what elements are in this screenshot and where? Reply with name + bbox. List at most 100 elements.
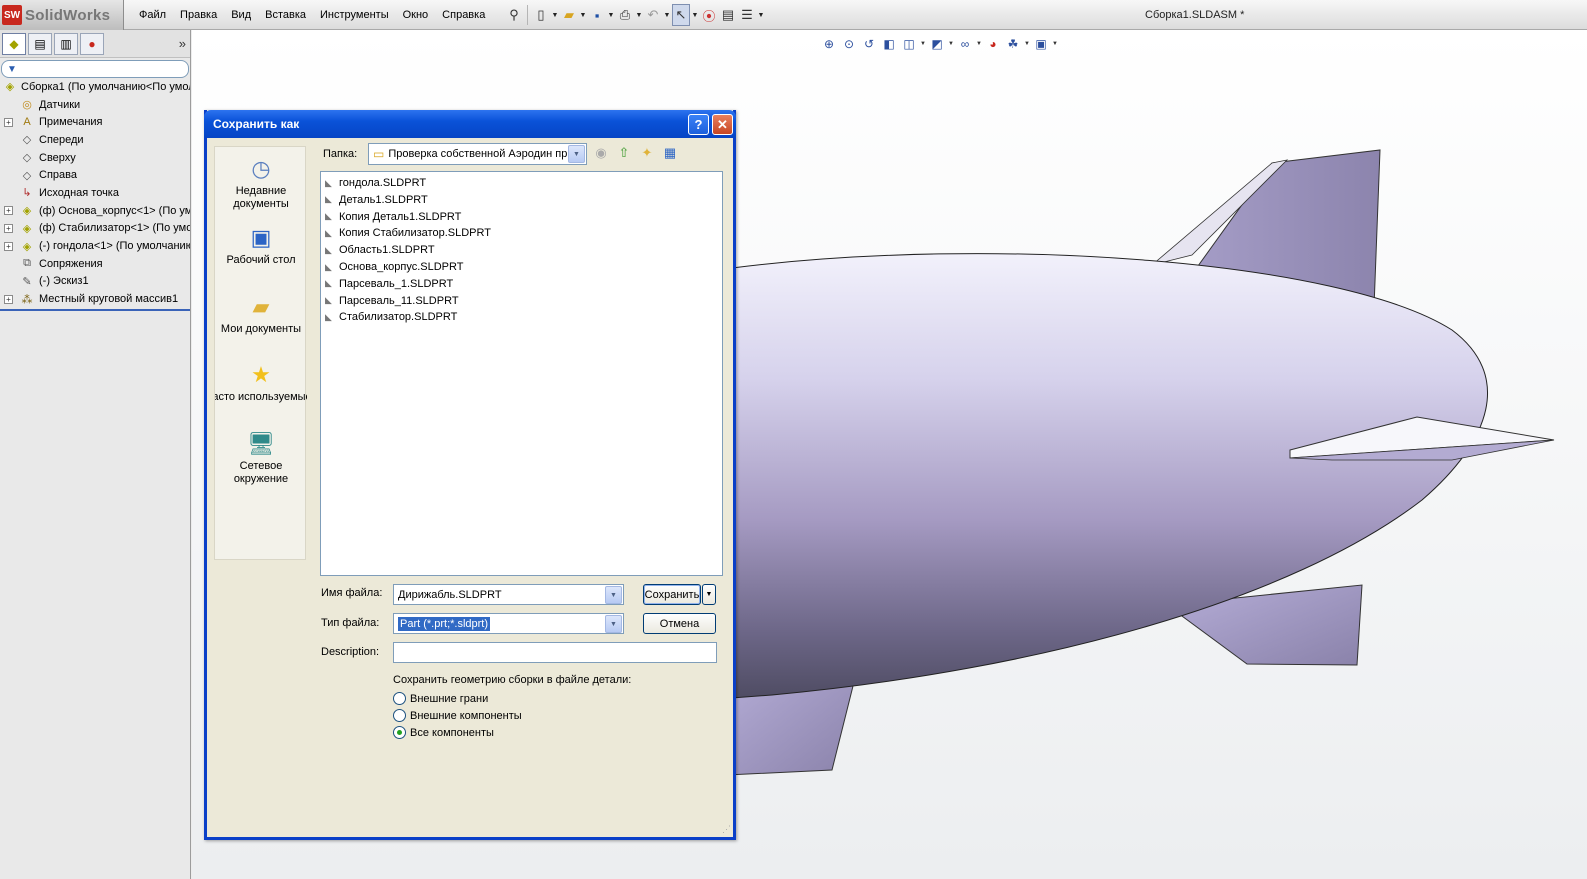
options-icon[interactable]: ☰ xyxy=(738,4,756,26)
undo-dropdown-arrow[interactable]: ▼ xyxy=(663,4,671,26)
radio-button-icon[interactable] xyxy=(393,709,406,722)
print-icon[interactable]: ⎙ xyxy=(616,4,634,26)
file-properties-icon[interactable]: ▤ xyxy=(719,4,737,26)
place-my-documents[interactable]: ▰ Мои документы xyxy=(215,291,307,336)
feature-manager-tab-icon[interactable]: ◆ xyxy=(2,32,26,55)
configuration-manager-tab-icon[interactable]: ▥ xyxy=(54,32,78,55)
file-list-item[interactable]: ◣ Копия Стабилизатор.SLDPRT xyxy=(325,225,491,241)
back-icon[interactable]: ◉ xyxy=(592,144,610,162)
file-list-item[interactable]: ◣ Копия Деталь1.SLDPRT xyxy=(325,209,461,225)
file-name: Основа_корпус.SLDPRT xyxy=(339,261,464,273)
dialog-title: Сохранить как xyxy=(213,117,300,131)
filter-funnel-icon[interactable]: ▼ xyxy=(7,64,17,75)
expand-plus-icon[interactable]: + xyxy=(4,206,13,216)
place-network[interactable]: 🖥 Сетевое окружение xyxy=(215,428,307,486)
open-dropdown-arrow[interactable]: ▼ xyxy=(579,4,587,26)
expand-plus-icon[interactable]: + xyxy=(4,117,13,127)
place-desktop[interactable]: ▣ Рабочий стол xyxy=(215,222,307,267)
menu-tools[interactable]: Инструменты xyxy=(313,9,396,21)
save-icon[interactable]: ▪ xyxy=(588,4,606,26)
new-document-icon[interactable]: ▯ xyxy=(532,4,550,26)
place-recent[interactable]: ◷ Недавние документы xyxy=(215,153,307,211)
tree-item[interactable]: + ◈ (ф) Стабилизатор<1> (По умолчанию) xyxy=(0,220,190,238)
undo-icon[interactable]: ↶ xyxy=(644,4,662,26)
resize-grip-icon[interactable]: ⋰ xyxy=(722,824,731,835)
cancel-button[interactable]: Отмена xyxy=(643,613,716,634)
geometry-radio-option[interactable]: Все компоненты xyxy=(393,726,494,739)
up-folder-icon[interactable]: ⇧ xyxy=(615,144,633,162)
folder-select[interactable]: ▭ Проверка собственной Аэродин пр ▼ xyxy=(368,143,587,165)
tree-item[interactable]: ◇ Спереди xyxy=(0,131,190,149)
expand-plus-icon[interactable]: + xyxy=(4,294,13,304)
menu-insert[interactable]: Вставка xyxy=(258,9,313,21)
menu-file[interactable]: Файл xyxy=(132,9,173,21)
desktop-icon: ▣ xyxy=(250,224,272,250)
tree-item[interactable]: ⧉ Сопряжения xyxy=(0,255,190,273)
chevron-down-icon[interactable]: ▼ xyxy=(605,615,622,633)
property-manager-tab-icon[interactable]: ▤ xyxy=(28,32,52,55)
new-dropdown-arrow[interactable]: ▼ xyxy=(551,4,559,26)
tree-item[interactable]: ↳ Исходная точка xyxy=(0,184,190,202)
rebuild-traffic-light-icon[interactable]: ⦿ xyxy=(700,4,718,26)
plane-icon: ◇ xyxy=(22,169,32,182)
file-list-item[interactable]: ◣ Парсеваль_1.SLDPRT xyxy=(325,276,453,292)
options-dropdown-arrow[interactable]: ▼ xyxy=(757,4,765,26)
file-list-item[interactable]: ◣ гондола.SLDPRT xyxy=(325,175,426,191)
tree-item[interactable]: + A Примечания xyxy=(0,113,190,131)
file-list-item[interactable]: ◣ Область1.SLDPRT xyxy=(325,242,435,258)
appearance-manager-tab-icon[interactable]: ● xyxy=(80,32,104,55)
select-dropdown-arrow[interactable]: ▼ xyxy=(691,4,699,26)
new-folder-icon[interactable]: ✦ xyxy=(638,144,656,162)
radio-button-icon[interactable] xyxy=(393,726,406,739)
expand-plus-icon[interactable]: + xyxy=(4,241,13,251)
file-name: Парсеваль_1.SLDPRT xyxy=(339,277,454,290)
tree-item[interactable]: ◇ Сверху xyxy=(0,149,190,167)
chevron-down-icon: ▼ xyxy=(705,591,713,598)
tree-end-marker xyxy=(0,308,190,311)
tree-item[interactable]: ✎ (-) Эскиз1 xyxy=(0,273,190,291)
standard-toolbar: ⚲ ▯ ▼ ▰ ▼ ▪ ▼ ⎙ ▼ ↶ ▼ ↖ ▼ ⦿ ▤ ☰ ▼ xyxy=(505,4,765,26)
menu-view[interactable]: Вид xyxy=(224,9,258,21)
chevron-down-icon[interactable]: ▼ xyxy=(605,586,622,604)
geometry-radio-option[interactable]: Внешние компоненты xyxy=(393,709,522,722)
close-button[interactable]: ✕ xyxy=(712,114,733,135)
save-options-dropdown[interactable]: ▼ xyxy=(702,584,716,605)
folder-label: Папка: xyxy=(323,148,358,160)
tree-item-label: Справа xyxy=(39,169,77,182)
print-dropdown-arrow[interactable]: ▼ xyxy=(635,4,643,26)
menu-edit[interactable]: Правка xyxy=(173,9,224,21)
tree-item[interactable]: ◇ Справа xyxy=(0,166,190,184)
pin-icon[interactable]: ⚲ xyxy=(505,4,523,26)
radio-button-icon[interactable] xyxy=(393,692,406,705)
menu-window[interactable]: Окно xyxy=(396,9,436,21)
save-button[interactable]: Сохранить xyxy=(643,584,701,605)
tree-item[interactable]: + ◈ (ф) Основа_корпус<1> (По умолчанию) xyxy=(0,202,190,220)
geometry-radio-option[interactable]: Внешние грани xyxy=(393,692,488,705)
chevron-down-icon[interactable]: ▼ xyxy=(568,145,585,163)
description-input[interactable] xyxy=(393,642,717,663)
open-folder-icon[interactable]: ▰ xyxy=(560,4,578,26)
tree-filter-input[interactable]: ▼ xyxy=(1,60,189,78)
view-menu-icon[interactable]: ▦ xyxy=(661,144,679,162)
tree-item[interactable]: + ◈ (-) гондола<1> (По умолчанию) xyxy=(0,237,190,255)
tree-item[interactable]: + ⁂ Местный круговой массив1 xyxy=(0,290,190,308)
tree-item[interactable]: ◎ Датчики xyxy=(0,96,190,114)
save-dropdown-arrow[interactable]: ▼ xyxy=(607,4,615,26)
dialog-title-bar[interactable]: Сохранить как ? ✕ xyxy=(204,110,736,138)
help-button[interactable]: ? xyxy=(688,114,709,135)
tree-item[interactable]: ◈ Сборка1 (По умолчанию<По умолчанию_Сост… xyxy=(0,78,190,96)
select-cursor-icon[interactable]: ↖ xyxy=(672,4,690,26)
expand-plus-icon[interactable]: + xyxy=(4,223,13,233)
file-list-item[interactable]: ◣ Основа_корпус.SLDPRT xyxy=(325,259,463,275)
chevron-right-double-icon[interactable]: » xyxy=(179,36,186,51)
file-list-item[interactable]: ◣ Стабилизатор.SLDPRT xyxy=(325,309,457,325)
filename-combo[interactable]: Дирижабль.SLDPRT ▼ xyxy=(393,584,624,605)
filetype-combo[interactable]: Part (*.prt;*.sldprt) ▼ xyxy=(393,613,624,634)
file-list[interactable]: ◣ гондола.SLDPRT ◣ Деталь1.SLDPRT ◣ Копия Дет… xyxy=(320,171,723,576)
app-logo[interactable]: SW SolidWorks xyxy=(0,0,124,30)
menu-help[interactable]: Справка xyxy=(435,9,492,21)
file-list-item[interactable]: ◣ Деталь1.SLDPRT xyxy=(325,192,428,208)
place-favorites[interactable]: ★ Часто используемые xyxy=(215,359,307,404)
part-file-icon: ◣ xyxy=(325,278,332,289)
file-list-item[interactable]: ◣ Парсеваль_11.SLDPRT xyxy=(325,293,459,309)
